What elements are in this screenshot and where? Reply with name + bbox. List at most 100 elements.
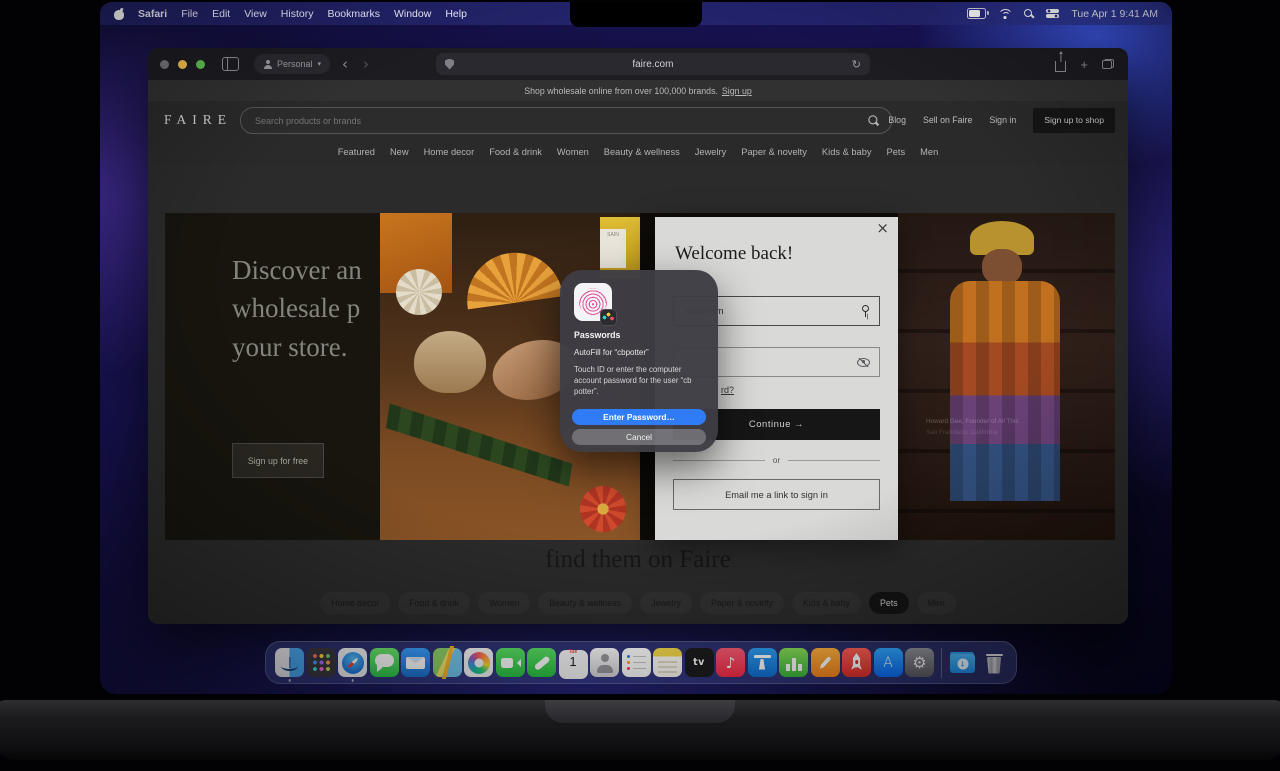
photo-sweater: [950, 281, 1060, 501]
sign-up-for-free-button[interactable]: Sign up for free: [232, 443, 324, 478]
back-button[interactable]: ‹: [339, 56, 351, 72]
window-minimize-button[interactable]: [178, 59, 187, 69]
control-center-icon[interactable]: [1046, 8, 1060, 19]
dock-trash[interactable]: [980, 648, 1009, 677]
dock-reminders[interactable]: [621, 648, 651, 677]
mail-icon: [401, 648, 430, 677]
nav-paper-novelty[interactable]: Paper & novelty: [741, 147, 807, 157]
dock-rocket[interactable]: [842, 648, 871, 677]
privacy-shield-icon[interactable]: [445, 58, 454, 70]
pill-jewelry[interactable]: Jewelry: [640, 592, 692, 614]
nav-kids-baby[interactable]: Kids & baby: [822, 147, 872, 157]
pill-pets-selected[interactable]: Pets: [869, 592, 909, 614]
window-zoom-button[interactable]: [196, 59, 205, 69]
window-close-button[interactable]: [160, 59, 169, 69]
nav-pets[interactable]: Pets: [887, 147, 906, 157]
sign-in-link[interactable]: Sign in: [989, 115, 1016, 125]
downloads-folder-icon: [948, 648, 977, 677]
pill-beauty-wellness[interactable]: Beauty & wellness: [538, 592, 633, 614]
menu-bar-clock[interactable]: Tue Apr 1 9:41 AM: [1071, 8, 1158, 20]
pill-home-decor[interactable]: Home decor: [320, 592, 391, 614]
dock-tv[interactable]: tv: [684, 648, 714, 677]
promo-signup-link[interactable]: Sign up: [722, 86, 752, 96]
photo-paper-fan: [460, 246, 564, 310]
touch-id-fingerprint-icon: [574, 283, 617, 326]
nav-new[interactable]: New: [390, 147, 409, 157]
pill-kids-baby[interactable]: Kids & baby: [792, 592, 861, 614]
pill-women[interactable]: Women: [478, 592, 531, 614]
dock-downloads[interactable]: [948, 648, 977, 677]
nav-jewelry[interactable]: Jewelry: [695, 147, 727, 157]
forward-button[interactable]: ›: [360, 56, 372, 72]
menu-window[interactable]: Window: [394, 8, 431, 20]
reload-icon[interactable]: ↻: [852, 58, 861, 71]
share-icon[interactable]: [1055, 60, 1067, 72]
dock-phone[interactable]: [527, 648, 556, 677]
search-input[interactable]: [253, 114, 861, 127]
faire-logo[interactable]: FAIRE: [164, 112, 232, 128]
forgot-password-link[interactable]: rd?: [721, 385, 734, 395]
nav-home-decor[interactable]: Home decor: [424, 147, 475, 157]
blog-link[interactable]: Blog: [888, 115, 906, 125]
dock-keynote[interactable]: [747, 648, 777, 677]
sidebar-toggle-icon[interactable]: [222, 57, 239, 71]
promo-banner-text: Shop wholesale online from over 100,000 …: [524, 85, 718, 96]
menu-history[interactable]: History: [281, 8, 314, 20]
site-search[interactable]: [240, 107, 892, 134]
wifi-icon[interactable]: [998, 8, 1014, 19]
menu-help[interactable]: Help: [445, 8, 467, 20]
spotlight-search-icon[interactable]: [1024, 8, 1034, 19]
dock-finder[interactable]: [275, 648, 304, 682]
dock-contacts[interactable]: [590, 648, 619, 677]
enter-password-button[interactable]: Enter Password…: [572, 409, 706, 425]
dock-mail[interactable]: [401, 648, 430, 677]
nav-women[interactable]: Women: [557, 147, 589, 157]
launchpad-icon: [306, 648, 336, 677]
sign-up-to-shop-button[interactable]: Sign up to shop: [1033, 107, 1115, 133]
new-tab-icon[interactable]: +: [1080, 58, 1088, 71]
pill-men[interactable]: Men: [916, 592, 956, 614]
profile-chip[interactable]: Personal ▾: [254, 54, 331, 74]
password-key-icon[interactable]: [859, 305, 870, 317]
apple-logo-icon[interactable]: [114, 8, 124, 20]
section-heading: find them on Faire: [545, 546, 731, 573]
nav-men[interactable]: Men: [920, 147, 938, 157]
menu-file[interactable]: File: [181, 8, 198, 20]
menu-bookmarks[interactable]: Bookmarks: [327, 8, 380, 20]
dock-pages[interactable]: [810, 648, 840, 677]
email-link-button[interactable]: Email me a link to sign in: [673, 479, 880, 510]
pill-paper-novelty[interactable]: Paper & novelty: [699, 592, 785, 614]
battery-icon[interactable]: [967, 8, 989, 19]
url-text[interactable]: faire.com: [454, 59, 852, 70]
trash-icon: [980, 648, 1009, 677]
cancel-button[interactable]: Cancel: [572, 429, 706, 445]
search-icon[interactable]: [868, 114, 880, 127]
address-bar[interactable]: faire.com ↻: [436, 53, 870, 75]
pill-food-drink[interactable]: Food & drink: [398, 592, 471, 614]
dock-notes[interactable]: [653, 648, 682, 677]
dock-music[interactable]: [716, 648, 745, 677]
dock-facetime[interactable]: [495, 648, 525, 677]
nav-featured[interactable]: Featured: [338, 147, 375, 157]
tab-overview-icon[interactable]: [1102, 59, 1114, 69]
menu-app-name[interactable]: Safari: [138, 8, 167, 20]
show-password-eye-icon[interactable]: [857, 357, 870, 367]
nav-beauty-wellness[interactable]: Beauty & wellness: [604, 147, 680, 157]
nav-food-drink[interactable]: Food & drink: [489, 147, 542, 157]
menu-edit[interactable]: Edit: [212, 8, 230, 20]
photo-face: [982, 249, 1022, 285]
dock-maps[interactable]: [432, 648, 462, 677]
dock-photos[interactable]: [464, 648, 493, 677]
sell-on-faire-link[interactable]: Sell on Faire: [923, 115, 972, 125]
dock-app-store[interactable]: A: [873, 648, 903, 677]
dock-calendar[interactable]: Tue 1: [558, 646, 588, 679]
dock-system-settings[interactable]: ⚙: [905, 648, 934, 677]
dock-safari[interactable]: [338, 648, 367, 682]
dock-messages[interactable]: [369, 648, 399, 677]
safari-icon: [338, 648, 367, 677]
chevron-down-icon: ▾: [317, 61, 322, 68]
close-icon[interactable]: ×: [876, 221, 889, 236]
dock-launchpad[interactable]: [306, 648, 336, 677]
menu-view[interactable]: View: [244, 8, 267, 20]
dock-numbers[interactable]: [779, 648, 808, 677]
